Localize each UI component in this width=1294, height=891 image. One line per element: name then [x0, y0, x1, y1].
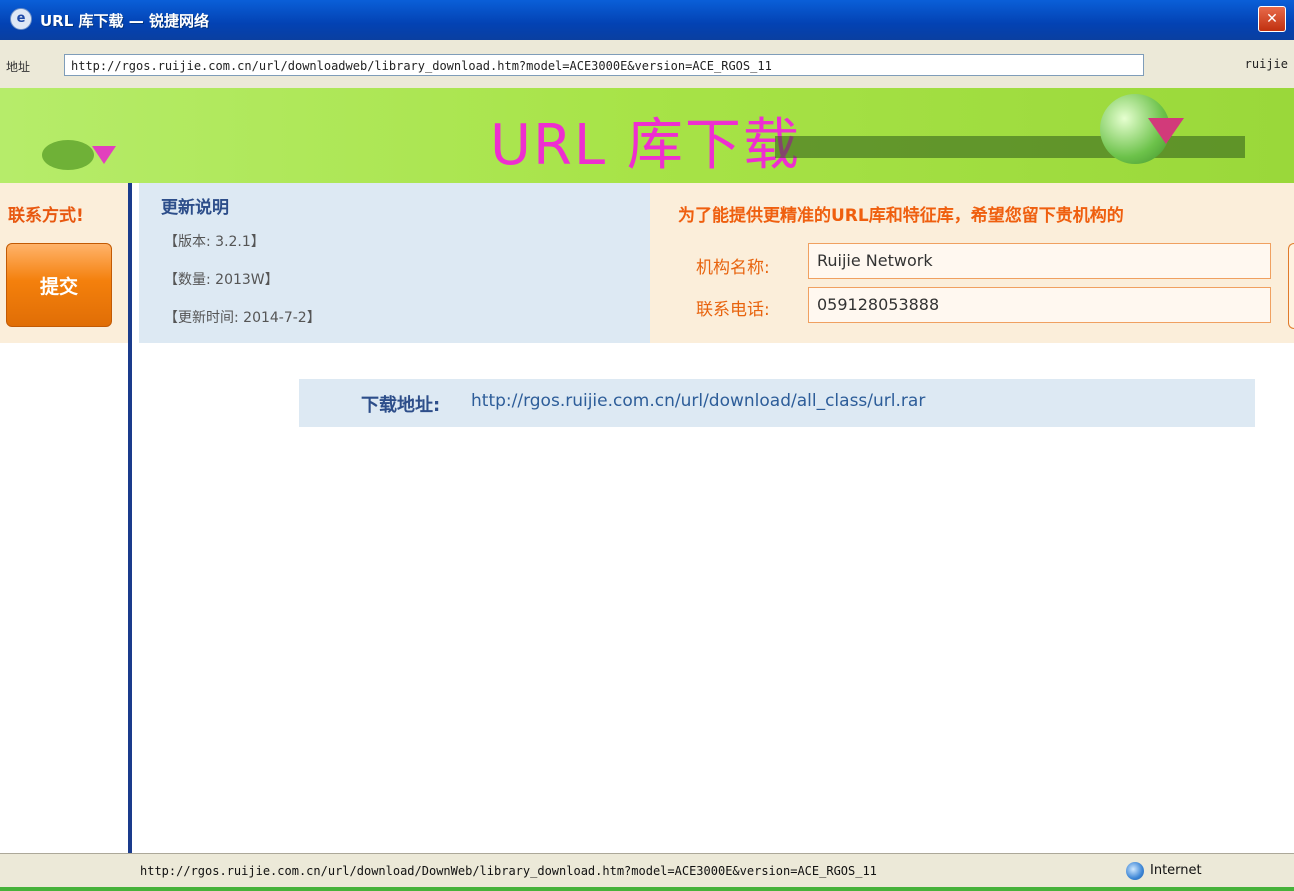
- phone-label: 联系电话:: [696, 300, 770, 320]
- phone-field[interactable]: 059128053888: [808, 287, 1271, 323]
- browser-status-bar: http://rgos.ruijie.com.cn/url/download/D…: [0, 853, 1294, 891]
- org-name-label: 机构名称:: [696, 258, 770, 278]
- download-arrow-icon: [1148, 118, 1184, 144]
- banner-title: URL 库下载: [490, 113, 801, 178]
- download-label: 下载地址:: [361, 395, 441, 416]
- org-name-field[interactable]: Ruijie Network: [808, 243, 1271, 279]
- contact-label: 联系方式!: [8, 206, 84, 226]
- close-window-button[interactable]: ✕: [1258, 6, 1286, 32]
- count-info: 【数量: 2013W】: [164, 272, 279, 288]
- pin-icon: [92, 146, 116, 164]
- leaf-graphic: [42, 140, 94, 170]
- contact-form-panel: 为了能提供更精准的URL库和特征库，希望您留下贵机构的 机构名称: Ruijie…: [650, 183, 1294, 343]
- update-heading: 更新说明: [161, 198, 229, 218]
- update-notes-panel: 更新说明 【版本: 3.2.1】 【数量: 2013W】 【更新时间: 2014…: [139, 183, 650, 343]
- address-input[interactable]: http://rgos.ruijie.com.cn/url/downloadwe…: [64, 54, 1144, 76]
- internet-zone-icon: [1126, 862, 1144, 880]
- status-accent-line: [0, 887, 1294, 891]
- address-tail: ruijie: [1244, 57, 1288, 71]
- window-titlebar: e URL 库下载 — 锐捷网络 ✕: [0, 0, 1294, 40]
- security-zone-label: Internet: [1150, 863, 1202, 878]
- update-time-info: 【更新时间: 2014-7-2】: [164, 310, 321, 326]
- submit-button[interactable]: 提交: [6, 243, 112, 327]
- form-headline: 为了能提供更精准的URL库和特征库，希望您留下贵机构的: [678, 206, 1124, 226]
- download-address-bar: 下载地址: http://rgos.ruijie.com.cn/url/down…: [299, 379, 1255, 427]
- window-title: URL 库下载 — 锐捷网络: [40, 12, 209, 30]
- download-link[interactable]: http://rgos.ruijie.com.cn/url/download/a…: [471, 391, 925, 411]
- header-banner: URL 库下载: [0, 88, 1294, 183]
- status-url-text: http://rgos.ruijie.com.cn/url/download/D…: [140, 864, 877, 878]
- address-label: 地址: [6, 60, 31, 74]
- form-submit-button-edge[interactable]: [1288, 243, 1294, 329]
- browser-app-icon: e: [10, 8, 32, 30]
- contact-side-panel: 联系方式! 提交: [0, 183, 128, 343]
- version-info: 【版本: 3.2.1】: [164, 234, 265, 250]
- address-bar: 地址 http://rgos.ruijie.com.cn/url/downloa…: [0, 40, 1294, 89]
- divider-line: [128, 183, 132, 890]
